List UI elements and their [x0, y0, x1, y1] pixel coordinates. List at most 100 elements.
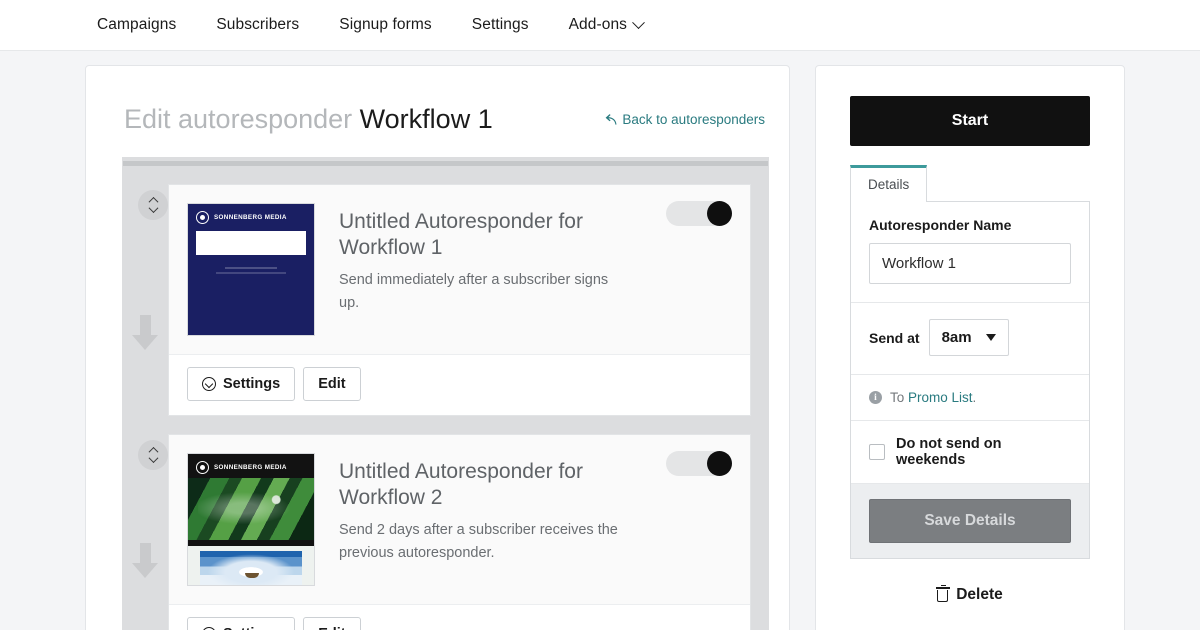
card-subtitle: Send immediately after a subscriber sign… — [339, 272, 609, 311]
thumbnail-brand-label: SONNENBERG MEDIA — [214, 464, 287, 472]
toggle-knob — [707, 201, 732, 227]
nav-item-label: Settings — [471, 16, 529, 33]
flow-arrow-down — [126, 315, 164, 351]
autoresponder-card: SONNENBERG MEDIA Untitled Autoresponder … — [168, 184, 751, 417]
chevron-down-icon — [632, 15, 645, 29]
card-subtitle: Send 2 days after a subscriber receives … — [339, 522, 618, 561]
workflow-canvas: SONNENBERG MEDIA Untitled Autoresponder … — [122, 157, 769, 630]
enable-toggle[interactable] — [666, 451, 732, 477]
thumbnail-text-line — [225, 267, 277, 270]
page-title-name: Workflow 1 — [359, 104, 493, 134]
autoresponder-name-label: Autoresponder Name — [869, 217, 1012, 233]
nav-item-signup-forms[interactable]: Signup forms — [339, 16, 432, 34]
tab-filler — [927, 165, 1090, 202]
send-at-select[interactable]: 8am — [928, 319, 1009, 356]
details-panel: Autoresponder Name Send at 8am i To Prom… — [850, 201, 1090, 559]
sonnenberg-circle-logo-icon — [196, 461, 209, 475]
save-details-label: Save Details — [924, 512, 1016, 529]
thumbnail-text-line — [216, 272, 286, 275]
thumbnail-content-block — [188, 546, 314, 586]
target-list-prefix: To — [890, 390, 909, 405]
weekend-checkbox[interactable] — [869, 444, 885, 460]
top-navigation: Campaigns Subscribers Signup forms Setti… — [0, 0, 1200, 51]
nav-item-label: Campaigns — [97, 16, 177, 33]
send-at-section: Send at 8am — [851, 303, 1089, 375]
thumbnail-leaf-photo — [188, 478, 314, 541]
target-list-text: To Promo List. — [890, 390, 976, 405]
nav-item-campaigns[interactable]: Campaigns — [97, 16, 176, 34]
details-sidebar: Start Details Autoresponder Name Send at… — [815, 65, 1125, 630]
page-body: Edit autoresponder Workflow 1 Back to au… — [0, 51, 1200, 630]
flow-arrow-down — [126, 543, 164, 579]
workflow-step: SONNENBERG MEDIA Untitled Autoresponder … — [138, 184, 751, 417]
page-title: Edit autoresponder Workflow 1 — [124, 104, 493, 135]
workflow-step: SONNENBERG MEDIA Untitled Autoresponder … — [138, 434, 751, 630]
chevron-down-icon — [148, 453, 158, 464]
autoresponder-name-section: Autoresponder Name — [851, 201, 1089, 303]
thumbnail-brand-label: SONNENBERG MEDIA — [214, 214, 287, 222]
arrow-head — [132, 563, 158, 579]
save-section: Save Details — [851, 484, 1089, 558]
settings-button-label: Settings — [223, 626, 280, 630]
thumbnail-sea-photo — [200, 551, 302, 586]
edit-button-label: Edit — [318, 626, 345, 630]
reorder-updown-icon[interactable] — [138, 190, 168, 221]
card-body: SONNENBERG MEDIA Untitled Autoresponder … — [169, 435, 750, 605]
back-link-label: Back to autoresponders — [622, 112, 765, 127]
settings-button-label: Settings — [223, 376, 281, 393]
email-thumbnail[interactable]: SONNENBERG MEDIA — [187, 453, 315, 587]
email-thumbnail[interactable]: SONNENBERG MEDIA — [187, 203, 315, 337]
reorder-updown-icon[interactable] — [138, 440, 168, 471]
thumbnail-content-block — [196, 231, 306, 256]
info-icon: i — [869, 391, 882, 404]
thumbnail-brand-row: SONNENBERG MEDIA — [188, 454, 314, 475]
arrow-head — [132, 335, 158, 351]
save-details-button[interactable]: Save Details — [869, 499, 1071, 543]
page-title-prefix: Edit autoresponder — [124, 104, 353, 134]
delete-button[interactable]: Delete — [850, 584, 1090, 604]
delete-label: Delete — [956, 586, 1003, 603]
settings-button[interactable]: Settings — [187, 367, 296, 402]
edit-button[interactable]: Edit — [303, 617, 361, 630]
weekend-checkbox-row[interactable]: Do not send on weekends — [851, 421, 1089, 484]
sonnenberg-circle-logo-icon — [196, 211, 209, 225]
target-list-row: i To Promo List. — [851, 375, 1089, 421]
card-title: Untitled Autoresponder for Workflow 1 — [339, 210, 583, 259]
card-actions: Settings Edit — [169, 604, 750, 630]
back-to-autoresponders-link[interactable]: Back to autoresponders — [605, 112, 765, 127]
chevron-down-icon — [985, 334, 996, 341]
autoresponder-name-input[interactable] — [869, 243, 1071, 284]
chevron-down-icon — [148, 203, 158, 214]
trash-icon — [935, 584, 950, 602]
send-at-row: Send at 8am — [869, 319, 1071, 356]
start-header: Start — [850, 96, 1090, 146]
settings-button[interactable]: Settings — [187, 617, 296, 630]
arrow-stem — [139, 315, 151, 336]
clock-icon — [202, 377, 216, 392]
card-actions: Settings Edit — [169, 354, 750, 416]
sidebar-tabs: Details — [850, 165, 1090, 202]
autoresponder-editor-panel: Edit autoresponder Workflow 1 Back to au… — [85, 65, 790, 630]
enable-toggle[interactable] — [666, 201, 732, 227]
nav-item-settings[interactable]: Settings — [472, 16, 529, 34]
arrow-left-curved-icon — [606, 113, 617, 125]
target-list-suffix: . — [972, 390, 977, 405]
toggle-knob — [707, 451, 732, 477]
workflow-top-bar — [123, 161, 768, 167]
card-text: Untitled Autoresponder for Workflow 2 Se… — [339, 453, 719, 586]
nav-item-label: Add-ons — [568, 16, 628, 33]
tab-details[interactable]: Details — [850, 165, 928, 202]
card-body: SONNENBERG MEDIA Untitled Autoresponder … — [169, 185, 750, 355]
nav-item-subscribers[interactable]: Subscribers — [216, 16, 299, 34]
nav-item-label: Subscribers — [216, 16, 300, 33]
promo-list-link[interactable]: Promo List — [908, 390, 973, 405]
edit-button-label: Edit — [318, 376, 346, 393]
weekend-checkbox-label: Do not send on weekends — [896, 436, 1002, 468]
thumbnail-brand-row: SONNENBERG MEDIA — [188, 204, 314, 225]
card-title: Untitled Autoresponder for Workflow 2 — [339, 460, 583, 509]
edit-button[interactable]: Edit — [303, 367, 361, 402]
start-label: Start — [951, 112, 989, 129]
send-at-value: 8am — [941, 329, 972, 346]
nav-item-add-ons[interactable]: Add-ons — [568, 15, 645, 34]
card-text: Untitled Autoresponder for Workflow 1 Se… — [339, 203, 719, 336]
